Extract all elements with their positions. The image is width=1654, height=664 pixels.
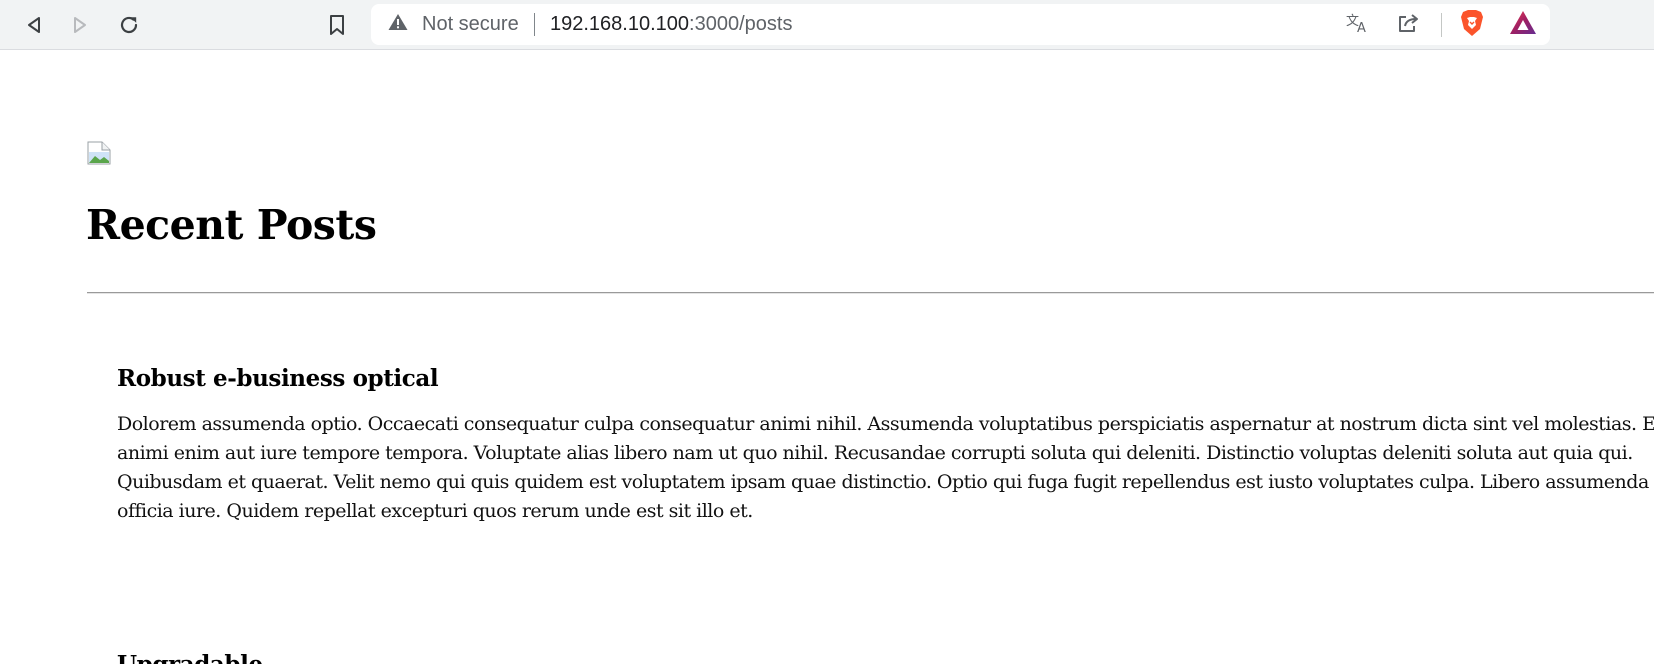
brave-rewards-icon: [1509, 10, 1537, 41]
warning-icon: [387, 12, 409, 37]
back-icon: [24, 15, 44, 35]
forward-icon: [70, 15, 90, 35]
post-item: Upgradable: [117, 651, 1654, 664]
bookmark-icon: [328, 14, 346, 36]
brave-shields-button[interactable]: [1455, 8, 1489, 42]
post-title[interactable]: Robust e-business optical: [117, 365, 1654, 392]
back-button[interactable]: [18, 9, 50, 41]
page-title: Recent Posts: [86, 201, 377, 249]
brave-shields-icon: [1459, 9, 1485, 42]
svg-text:A: A: [1357, 21, 1366, 34]
url-path: :3000/posts: [689, 13, 793, 35]
url-host: 192.168.10.100: [550, 13, 690, 35]
bookmark-button[interactable]: [321, 9, 353, 41]
share-button[interactable]: [1391, 8, 1425, 42]
brave-rewards-button[interactable]: [1506, 8, 1540, 42]
omnibox-separator: [534, 13, 535, 36]
omnibox-divider: [1441, 13, 1442, 37]
post-body: Dolorem assumenda optio. Occaecati conse…: [117, 413, 1654, 522]
reload-button[interactable]: [113, 9, 145, 41]
page-content: Recent Posts Robust e-business optical D…: [0, 51, 1654, 664]
post-title[interactable]: Upgradable: [117, 651, 1654, 664]
translate-button[interactable]: 文 A: [1341, 8, 1375, 42]
security-label[interactable]: Not secure: [422, 4, 519, 45]
site-info-button[interactable]: [387, 4, 409, 45]
url-text[interactable]: 192.168.10.100:3000/posts: [550, 4, 792, 45]
post-item: Robust e-business optical Dolorem assume…: [117, 365, 1654, 526]
address-bar[interactable]: Not secure 192.168.10.100:3000/posts 文 A: [371, 4, 1550, 45]
browser-toolbar: Not secure 192.168.10.100:3000/posts 文 A: [0, 0, 1654, 50]
forward-button[interactable]: [64, 9, 96, 41]
broken-image-icon: [87, 141, 111, 165]
share-icon: [1396, 12, 1420, 39]
translate-icon: 文 A: [1346, 12, 1370, 39]
reload-icon: [118, 14, 140, 36]
title-divider: [87, 292, 1654, 294]
